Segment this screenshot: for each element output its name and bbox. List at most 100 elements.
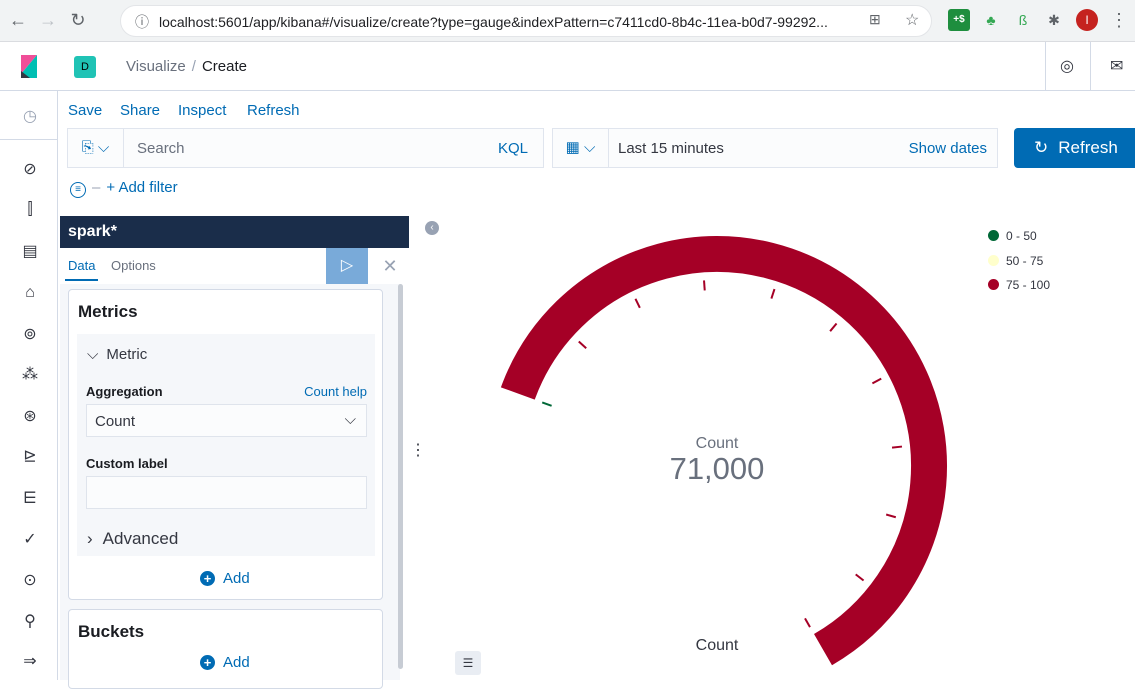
forward-arrow-icon[interactable]: → [36,8,60,32]
filter-separator: – [92,179,101,196]
gauge-tick [578,340,587,349]
custom-label-label: Custom label [86,456,168,471]
logs-icon[interactable]: ⊵ [21,448,39,466]
maps-icon[interactable]: ⊚ [21,326,39,344]
extension-plus-icon[interactable]: +$ [948,9,970,31]
apply-changes-button[interactable]: ▷ [326,248,368,284]
refresh-link[interactable]: Refresh [247,102,300,119]
newsfeed-icon[interactable]: ✉ [1110,56,1123,76]
kql-toggle[interactable]: KQL [498,140,528,157]
legend-dot [988,279,999,290]
gauge-tick [871,377,882,385]
address-bar[interactable]: ⓘ localhost:5601/app/kibana#/visualize/c… [120,5,932,37]
canvas-icon[interactable]: ⌂ [21,284,39,302]
recent-clock-icon[interactable]: ◷ [21,108,39,126]
count-help-link[interactable]: Count help [304,384,367,399]
custom-label-input[interactable] [86,476,367,509]
tab-data[interactable]: Data [64,258,99,281]
gauge-tick [891,445,903,449]
browser-menu-icon[interactable]: ⋮ [1108,9,1130,31]
plus-circle-icon: + [200,655,215,670]
resize-handle-icon[interactable]: ⋮ [410,440,426,460]
apm-icon[interactable]: ⋿ [21,490,39,508]
browser-toolbar: ← → ↻ ⓘ localhost:5601/app/kibana#/visua… [0,0,1135,42]
show-dates-link[interactable]: Show dates [909,140,987,157]
buckets-title: Buckets [78,622,145,641]
collapse-nav-icon[interactable]: ⇒ [21,653,39,671]
extension-b-icon[interactable]: ß [1012,9,1034,31]
url-text: localhost:5601/app/kibana#/visualize/cre… [159,14,828,30]
gauge-metric-label: Count [696,435,739,452]
discard-button[interactable]: ✕ [380,248,400,284]
legend-dot [988,255,999,266]
legend-item[interactable]: 75 - 100 [988,278,1050,292]
translate-icon[interactable]: ⊞ [869,11,881,28]
kibana-logo-icon[interactable] [0,42,58,91]
back-arrow-icon[interactable]: ← [6,8,30,32]
tab-options[interactable]: Options [111,258,156,273]
metrics-title: Metrics [78,302,138,321]
gauge-tick [703,280,706,291]
extension-leaf-icon[interactable]: ♣ [980,9,1002,31]
time-range-label[interactable]: Last 15 minutes [618,140,724,157]
share-link[interactable]: Share [120,102,160,119]
metric-label: Metric [106,346,148,363]
quick-menu-button[interactable]: ▦ ⌵ [553,129,609,167]
save-link[interactable]: Save [68,102,102,119]
gauge-tick [541,401,552,407]
filter-options-icon[interactable]: ≡ [70,182,86,198]
info-icon: ⓘ [135,14,149,30]
gauge-tick [634,298,641,309]
siem-icon[interactable]: ⊙ [21,572,39,590]
header-divider [1090,42,1091,91]
legend-item[interactable]: 50 - 75 [988,254,1043,268]
legend-toggle-icon[interactable]: ☰ [455,651,481,675]
bookmark-star-icon[interactable]: ☆ [905,10,919,30]
play-icon: ▷ [340,257,354,274]
collapse-sidebar-icon[interactable]: ‹ [425,221,439,235]
reload-icon[interactable]: ↻ [66,8,90,32]
aggregation-select[interactable]: Count ⌵ [86,404,367,437]
plus-circle-icon: + [200,571,215,586]
gauge-tick [829,322,838,332]
metric-toggle[interactable]: ⌵ Metric [87,346,147,363]
sidebar-scrollbar[interactable] [398,284,403,669]
metrics-icon[interactable]: ⊛ [21,408,39,426]
add-bucket-button[interactable]: + Add [200,654,250,671]
add-filter-link[interactable]: + Add filter [106,179,177,196]
saved-query-icon: ⎘ ⌵ [81,139,110,156]
metrics-panel: Metrics ⌵ Metric Aggregation Count help C… [68,289,383,600]
dashboard-icon[interactable]: ▤ [21,243,39,261]
breadcrumb-create: Create [201,58,247,75]
chevron-down-icon: ⌵ [87,346,99,363]
refresh-button[interactable]: ↻ Refresh [1014,128,1135,168]
profile-avatar[interactable]: I [1076,9,1098,31]
refresh-icon: ↻ [1034,138,1049,157]
gauge-footer-label: Count [696,637,739,654]
add-metric-button[interactable]: + Add [200,570,250,587]
legend-label: 50 - 75 [1006,254,1044,268]
search-input[interactable]: Search [137,140,185,157]
breadcrumb: Visualize / Create [126,58,247,75]
visualize-icon[interactable]: ⫿ [21,201,39,219]
saved-query-button[interactable]: ⎘ ⌵ [68,129,124,167]
add-metric-label: Add [223,570,250,587]
space-avatar[interactable]: D [74,56,96,78]
uptime-icon[interactable]: ✓ [21,531,39,549]
extensions-puzzle-icon[interactable]: ✱ [1043,9,1065,31]
dev-tools-icon[interactable]: ⚲ [21,613,39,631]
editor-body: Metrics ⌵ Metric Aggregation Count help C… [60,284,400,689]
discover-compass-icon[interactable]: ⊘ [21,161,39,179]
help-icon[interactable]: ◎ [1060,56,1074,76]
aggregation-value: Count [95,413,136,430]
breadcrumb-visualize[interactable]: Visualize [126,58,186,75]
legend-item[interactable]: 0 - 50 [988,229,1037,243]
inspect-link[interactable]: Inspect [178,102,226,119]
ml-icon[interactable]: ⁂ [21,366,39,384]
chevron-right-icon: › [87,529,93,548]
advanced-label: Advanced [102,529,179,548]
close-icon: ✕ [382,256,398,276]
header-divider [1045,42,1046,91]
gauge-tick [885,513,897,519]
advanced-toggle[interactable]: › Advanced [87,529,178,549]
